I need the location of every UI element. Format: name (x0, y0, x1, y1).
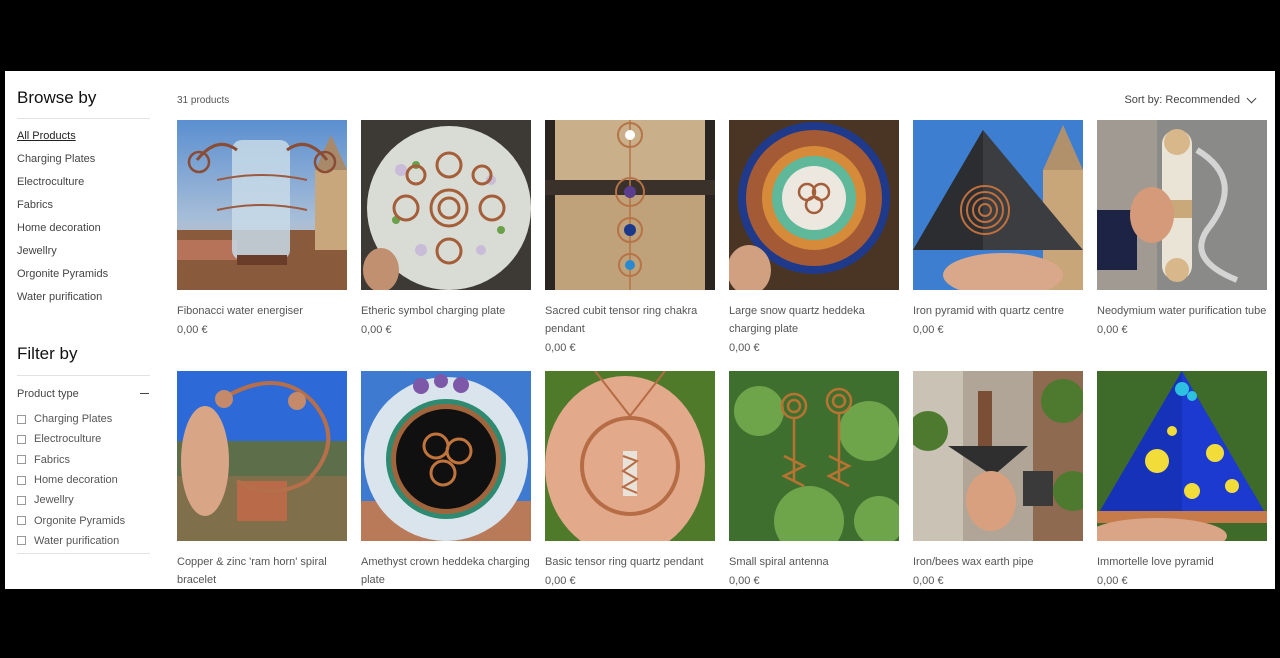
checkbox[interactable] (17, 475, 26, 485)
product-price: 0,00 € (729, 575, 760, 587)
filter-home-decoration[interactable]: Home decoration (17, 470, 125, 490)
chevron-down-icon (1246, 93, 1257, 103)
product-type-filters: Charging Plates Electroculture Fabrics H… (17, 409, 125, 551)
product-price: 0,00 € (913, 324, 944, 336)
divider (17, 118, 150, 119)
chakra-pendant-photo[interactable] (545, 120, 715, 290)
product-name[interactable]: Copper & zinc 'ram horn' spiral bracelet (177, 553, 347, 589)
product-card[interactable]: Iron/bees wax earth pipe 0,00 € (913, 371, 1083, 588)
product-card[interactable]: Copper & zinc 'ram horn' spiral bracelet (177, 371, 347, 589)
sort-dropdown[interactable]: Sort by: Recommended (1124, 93, 1257, 106)
product-card[interactable]: Sacred cubit tensor ring chakra pendant … (545, 120, 715, 355)
product-card[interactable]: Iron pyramid with quartz centre 0,00 € (913, 120, 1083, 337)
checkbox[interactable] (17, 495, 26, 505)
filter-label: Charging Plates (34, 413, 113, 426)
product-card[interactable]: Basic tensor ring quartz pendant 0,00 € (545, 371, 715, 588)
category-orgonite-pyramids[interactable]: Orgonite Pyramids (17, 266, 108, 289)
product-price: 0,00 € (545, 342, 576, 354)
spiral-antenna-photo[interactable] (729, 371, 899, 541)
category-charging-plates[interactable]: Charging Plates (17, 151, 108, 174)
shop-page: Browse by All Products Charging Plates E… (5, 71, 1275, 589)
category-fabrics[interactable]: Fabrics (17, 197, 108, 220)
product-card[interactable]: Large snow quartz heddeka charging plate… (729, 120, 899, 355)
checkbox[interactable] (17, 434, 26, 444)
category-list: All Products Charging Plates Electrocult… (17, 128, 108, 312)
product-price: 0,00 € (545, 575, 576, 587)
filter-label: Electroculture (34, 433, 102, 446)
product-price: 0,00 € (1097, 324, 1128, 336)
iron-pyramid-photo[interactable] (913, 120, 1083, 290)
filter-label: Fabrics (34, 453, 71, 466)
filter-label: Water purification (34, 534, 120, 547)
checkbox[interactable] (17, 414, 26, 424)
product-name[interactable]: Amethyst crown heddeka charging plate (361, 553, 531, 589)
filter-label: Home decoration (34, 474, 118, 487)
filter-fabrics[interactable]: Fabrics (17, 450, 125, 470)
filter-orgonite-pyramids[interactable]: Orgonite Pyramids (17, 510, 125, 530)
copper-spiral-plate-photo[interactable] (361, 120, 531, 290)
product-price: 0,00 € (729, 342, 760, 354)
category-all-products[interactable]: All Products (17, 128, 108, 151)
product-name[interactable]: Etheric symbol charging plate (361, 302, 531, 320)
filter-jewellry[interactable]: Jewellry (17, 490, 125, 510)
product-name[interactable]: Sacred cubit tensor ring chakra pendant (545, 302, 715, 338)
category-water-purification[interactable]: Water purification (17, 289, 108, 312)
filter-label: Jewellry (34, 494, 74, 507)
product-name[interactable]: Basic tensor ring quartz pendant (545, 553, 715, 571)
product-card[interactable]: Neodymium water purification tube 0,00 € (1097, 120, 1267, 337)
amethyst-plate-photo[interactable] (361, 371, 531, 541)
filter-electroculture[interactable]: Electroculture (17, 429, 125, 449)
product-price: 0,00 € (913, 575, 944, 587)
checkbox[interactable] (17, 455, 26, 465)
product-price: 0,00 € (361, 324, 392, 336)
divider (17, 553, 150, 554)
product-name[interactable]: Iron/bees wax earth pipe (913, 553, 1083, 571)
bracelet-photo[interactable] (177, 371, 347, 541)
spiral-jar-photo[interactable] (177, 120, 347, 290)
filter-charging-plates[interactable]: Charging Plates (17, 409, 125, 429)
checkbox[interactable] (17, 536, 26, 546)
filter-water-purification[interactable]: Water purification (17, 531, 125, 551)
category-home-decoration[interactable]: Home decoration (17, 220, 108, 243)
product-name[interactable]: Iron pyramid with quartz centre (913, 302, 1083, 320)
quartz-pendant-photo[interactable] (545, 371, 715, 541)
water-tube-photo[interactable] (1097, 120, 1267, 290)
divider (17, 375, 150, 376)
product-price: 0,00 € (1097, 575, 1128, 587)
product-card[interactable]: Small spiral antenna 0,00 € (729, 371, 899, 588)
product-name[interactable]: Neodymium water purification tube (1097, 302, 1267, 320)
browse-by-title: Browse by (17, 88, 97, 107)
product-type-label: Product type (17, 388, 79, 400)
product-card[interactable]: Fibonacci water energiser 0,00 € (177, 120, 347, 337)
product-name[interactable]: Fibonacci water energiser (177, 302, 347, 320)
filter-label: Orgonite Pyramids (34, 514, 126, 527)
quartz-plate-photo[interactable] (729, 120, 899, 290)
product-name[interactable]: Immortelle love pyramid (1097, 553, 1267, 571)
product-card[interactable]: Immortelle love pyramid 0,00 € (1097, 371, 1267, 588)
product-card[interactable]: Amethyst crown heddeka charging plate (361, 371, 531, 589)
product-count: 31 products (177, 95, 230, 106)
product-name[interactable]: Small spiral antenna (729, 553, 899, 571)
filter-by-title: Filter by (17, 344, 78, 363)
collapse-icon (140, 393, 149, 394)
category-electroculture[interactable]: Electroculture (17, 174, 108, 197)
checkbox[interactable] (17, 516, 26, 526)
earth-pipe-photo[interactable] (913, 371, 1083, 541)
product-price: 0,00 € (177, 324, 208, 336)
sort-label: Sort by: Recommended (1124, 94, 1240, 106)
love-pyramid-photo[interactable] (1097, 371, 1267, 541)
product-card[interactable]: Etheric symbol charging plate 0,00 € (361, 120, 531, 337)
product-name[interactable]: Large snow quartz heddeka charging plate (729, 302, 899, 338)
category-jewellry[interactable]: Jewellry (17, 243, 108, 266)
product-type-toggle[interactable]: Product type (17, 386, 150, 402)
